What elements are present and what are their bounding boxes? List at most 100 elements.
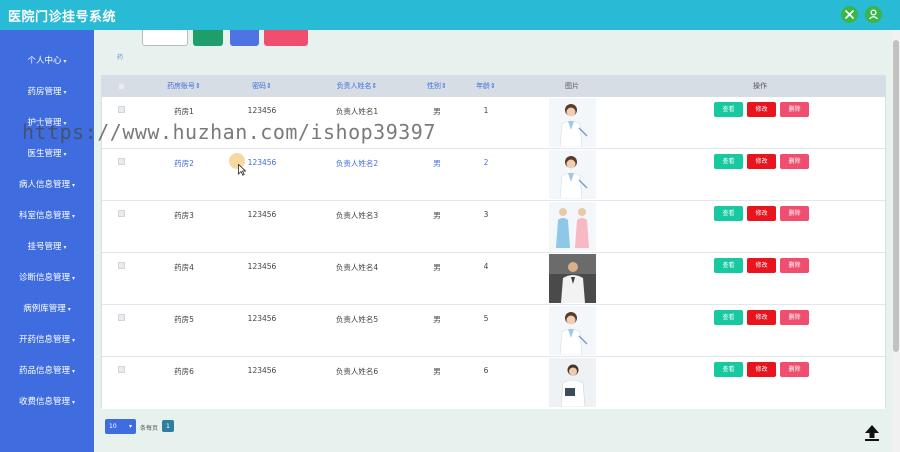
cell-password: 123456 xyxy=(247,262,277,271)
header-account[interactable]: 药房账号⇕ xyxy=(154,76,214,97)
cell-age: 2 xyxy=(483,158,489,167)
cell-name: 负责人姓名5 xyxy=(335,315,379,324)
row-checkbox[interactable] xyxy=(118,262,125,269)
delete-button[interactable]: 删除 xyxy=(780,206,809,221)
table-row: 药房1 123456 负责人姓名1 男 1 查看 修改 删除 xyxy=(102,97,885,149)
cell-age: 1 xyxy=(483,106,489,115)
photo-thumbnail[interactable] xyxy=(549,306,596,355)
cell-age: 6 xyxy=(483,366,489,375)
cell-age: 5 xyxy=(483,314,489,323)
scrollbar-thumb[interactable] xyxy=(893,40,899,352)
cell-name: 负责人姓名1 xyxy=(335,107,379,116)
row-checkbox[interactable] xyxy=(118,210,125,217)
view-button[interactable]: 查看 xyxy=(714,206,743,221)
delete-button[interactable]: 删除 xyxy=(780,258,809,273)
sidebar-item-case-library[interactable]: 病例库管理 ▾ xyxy=(0,299,94,319)
edit-button[interactable]: 修改 xyxy=(747,154,776,169)
cell-gender: 男 xyxy=(433,107,441,116)
edit-button[interactable]: 修改 xyxy=(747,206,776,221)
view-button[interactable]: 查看 xyxy=(714,102,743,117)
edit-button[interactable]: 修改 xyxy=(747,362,776,377)
row-checkbox[interactable] xyxy=(118,366,125,373)
sidebar-item-doctor[interactable]: 医生管理 ▾ xyxy=(0,144,94,164)
cell-account: 药房2 xyxy=(174,159,194,168)
table-row: 药房3 123456 负责人姓名3 男 3 查看 修改 删除 xyxy=(102,201,885,253)
sidebar-item-diagnosis[interactable]: 诊断信息管理 ▾ xyxy=(0,268,94,288)
header-gender[interactable]: 性别⇕ xyxy=(417,76,457,97)
view-button[interactable]: 查看 xyxy=(714,258,743,273)
sidebar-item-prescription[interactable]: 开药信息管理 ▾ xyxy=(0,330,94,350)
top-bar: 医院门诊挂号系统 xyxy=(0,0,900,30)
table-row: 药房6 123456 负责人姓名6 男 6 查看 修改 删除 xyxy=(102,357,885,409)
cell-gender: 男 xyxy=(433,211,441,220)
cell-account: 药房6 xyxy=(174,367,194,376)
cell-name: 负责人姓名6 xyxy=(335,367,379,376)
sidebar-item-personal-center[interactable]: 个人中心 ▾ xyxy=(0,51,94,71)
add-button[interactable] xyxy=(230,30,259,46)
cell-password: 123456 xyxy=(247,366,277,375)
cell-password: 123456 xyxy=(247,314,277,323)
table-row: 药房5 123456 负责人姓名5 男 5 查看 修改 删除 xyxy=(102,305,885,357)
photo-thumbnail[interactable] xyxy=(549,150,596,199)
header-name[interactable]: 负责人姓名⇕ xyxy=(317,76,397,97)
view-button[interactable]: 查看 xyxy=(714,362,743,377)
cell-age: 3 xyxy=(483,210,489,219)
cell-age: 4 xyxy=(483,262,489,271)
table-row: 药房2 123456 负责人姓名2 男 2 查看 修改 删除 xyxy=(102,149,885,201)
delete-button[interactable]: 删除 xyxy=(780,310,809,325)
table-row: 药房4 123456 负责人姓名4 男 4 查看 修改 删除 xyxy=(102,253,885,305)
header-password[interactable]: 密码⇕ xyxy=(232,76,292,97)
delete-button[interactable]: 删除 xyxy=(780,102,809,117)
cell-password: 123456 xyxy=(247,106,277,115)
cell-account: 药房5 xyxy=(174,315,194,324)
sidebar-item-patient[interactable]: 病人信息管理 ▾ xyxy=(0,175,94,195)
sidebar-item-medicine[interactable]: 药品信息管理 ▾ xyxy=(0,361,94,381)
sidebar-item-registration[interactable]: 挂号管理 ▾ xyxy=(0,237,94,257)
cell-password: 123456 xyxy=(247,210,277,219)
header-age[interactable]: 年龄⇕ xyxy=(466,76,506,97)
sidebar-item-nurse[interactable]: 护士管理 ▾ xyxy=(0,113,94,133)
view-button[interactable]: 查看 xyxy=(714,310,743,325)
breadcrumb: 药 xyxy=(117,54,124,61)
row-checkbox[interactable] xyxy=(118,314,125,321)
edit-button[interactable]: 修改 xyxy=(747,310,776,325)
cell-gender: 男 xyxy=(433,263,441,272)
row-checkbox[interactable] xyxy=(118,158,125,165)
sidebar: 个人中心 ▾ 药房管理 ▾ 护士管理 ▾ 医生管理 ▾ 病人信息管理 ▾ 科室信息管理 ▾ … xyxy=(0,30,94,452)
cell-gender: 男 xyxy=(433,367,441,376)
user-icon[interactable] xyxy=(865,6,882,23)
cell-name: 负责人姓名3 xyxy=(335,211,379,220)
photo-thumbnail[interactable] xyxy=(549,254,596,303)
chevron-down-icon: ▾ xyxy=(128,423,132,430)
photo-thumbnail[interactable] xyxy=(549,358,596,407)
page-size-label: 条每页 xyxy=(140,425,159,432)
sidebar-item-billing[interactable]: 收费信息管理 ▾ xyxy=(0,392,94,412)
back-to-top-icon[interactable] xyxy=(862,422,882,442)
cell-name: 负责人姓名4 xyxy=(335,263,379,272)
page-size-select[interactable]: 10 ▾ xyxy=(105,419,136,434)
batch-delete-button[interactable] xyxy=(264,30,308,46)
search-input[interactable] xyxy=(142,30,188,46)
search-button[interactable] xyxy=(193,30,223,46)
app-title: 医院门诊挂号系统 xyxy=(8,10,117,25)
header-actions: 操作 xyxy=(753,82,767,90)
photo-thumbnail[interactable] xyxy=(549,98,596,147)
select-all-checkbox[interactable] xyxy=(118,83,125,90)
cell-name: 负责人姓名2 xyxy=(335,159,379,168)
table-header: 药房账号⇕ 密码⇕ 负责人姓名⇕ 性别⇕ 年龄⇕ 图片 操作 xyxy=(102,76,885,97)
sidebar-item-department[interactable]: 科室信息管理 ▾ xyxy=(0,206,94,226)
delete-button[interactable]: 删除 xyxy=(780,154,809,169)
edit-button[interactable]: 修改 xyxy=(747,102,776,117)
data-table: 药房账号⇕ 密码⇕ 负责人姓名⇕ 性别⇕ 年龄⇕ 图片 操作 药房1 12345… xyxy=(101,75,886,409)
page-number-button[interactable]: 1 xyxy=(162,420,174,432)
row-checkbox[interactable] xyxy=(118,106,125,113)
cell-account: 药房4 xyxy=(174,263,194,272)
edit-button[interactable]: 修改 xyxy=(747,258,776,273)
delete-button[interactable]: 删除 xyxy=(780,362,809,377)
header-photo: 图片 xyxy=(565,82,579,90)
sidebar-item-pharmacy[interactable]: 药房管理 ▾ xyxy=(0,82,94,102)
view-button[interactable]: 查看 xyxy=(714,154,743,169)
crosshair-icon[interactable] xyxy=(841,6,858,23)
cell-gender: 男 xyxy=(433,315,441,324)
photo-thumbnail[interactable] xyxy=(549,202,596,251)
